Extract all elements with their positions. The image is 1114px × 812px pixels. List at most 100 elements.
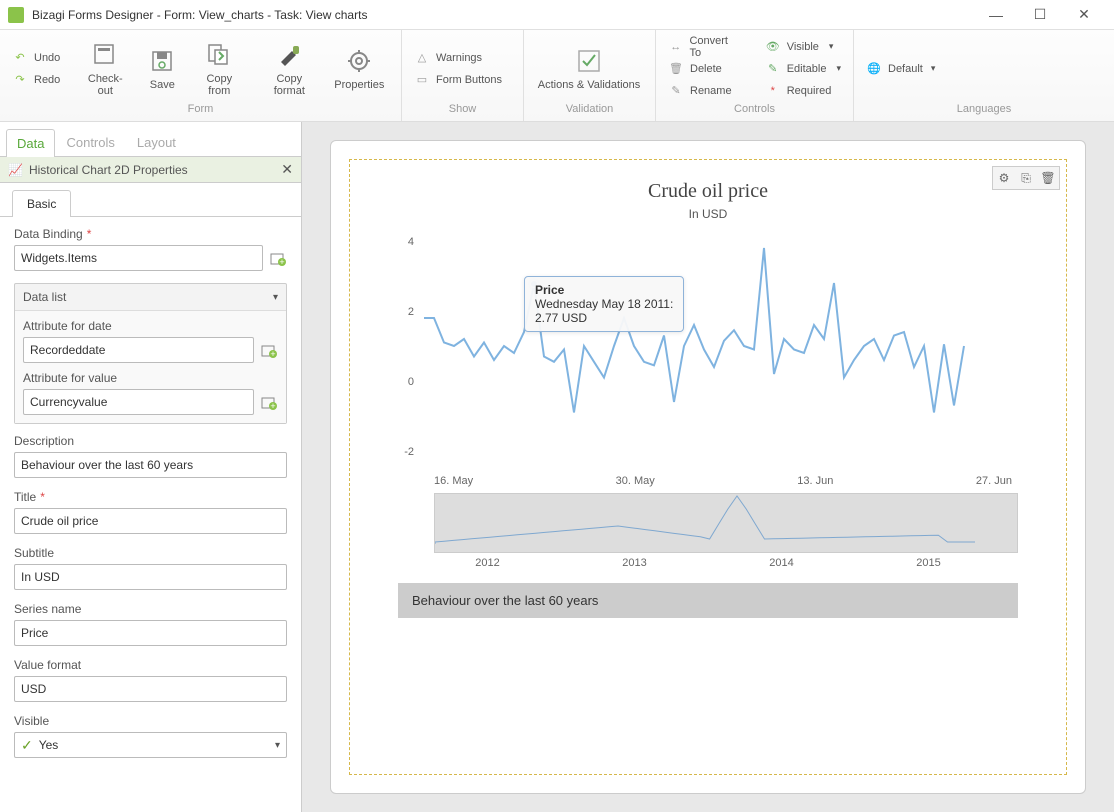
- checkout-button[interactable]: Check-out: [74, 36, 136, 102]
- x-axis-labels: 16. May30. May13. Jun27. Jun: [374, 471, 1042, 487]
- trash-icon: 🗑: [668, 61, 684, 77]
- attrdate-picker-button[interactable]: +: [260, 341, 278, 359]
- ribbon-group-form: Form: [0, 103, 401, 121]
- ribbon-group-languages: Languages: [854, 103, 1114, 121]
- required-dropdown[interactable]: * Required: [759, 81, 847, 101]
- undo-button[interactable]: ↶ Undo: [6, 48, 66, 68]
- rename-button[interactable]: ✎ Rename: [662, 81, 747, 101]
- tooltip-date: Wednesday May 18 2011:: [535, 297, 673, 311]
- close-button[interactable]: ✕: [1062, 0, 1106, 30]
- visible-dropdown[interactable]: 👁 Visible ▾: [759, 37, 847, 57]
- tab-layout[interactable]: Layout: [126, 128, 187, 156]
- window-title: Bizagi Forms Designer - Form: View_chart…: [32, 8, 974, 22]
- chart-widget[interactable]: ⚙ ⎘ 🗑 Crude oil price In USD -2024 Price…: [349, 159, 1067, 775]
- tooltip-series: Price: [535, 283, 673, 297]
- copy-format-button[interactable]: Copy format: [254, 36, 324, 102]
- widget-duplicate-button[interactable]: ⎘: [1017, 169, 1035, 187]
- language-label: Default: [888, 63, 923, 75]
- tooltip-value: 2.77 USD: [535, 311, 587, 325]
- convert-label: Convert To: [689, 35, 740, 59]
- copy-format-label: Copy format: [260, 73, 318, 97]
- attrvalue-picker-button[interactable]: +: [260, 393, 278, 411]
- description-label: Description: [14, 434, 74, 448]
- svg-text:+: +: [279, 257, 284, 266]
- maximize-button[interactable]: ☐: [1018, 0, 1062, 30]
- actions-validations-button[interactable]: Actions & Validations: [530, 36, 648, 102]
- svg-text:-2: -2: [404, 446, 414, 458]
- undo-label: Undo: [34, 52, 60, 64]
- svg-text:+: +: [270, 401, 275, 410]
- attrvalue-input[interactable]: Currencyvalue: [23, 389, 254, 415]
- chart-subtitle: In USD: [374, 207, 1042, 221]
- brush-icon: [275, 41, 303, 69]
- attrvalue-label: Attribute for value: [23, 371, 117, 385]
- redo-label: Redo: [34, 74, 60, 86]
- save-button[interactable]: Save: [140, 36, 184, 102]
- warning-icon: △: [414, 50, 430, 66]
- convert-to-button[interactable]: ↔ Convert To: [662, 37, 747, 57]
- title-label: Title: [14, 490, 36, 504]
- widget-delete-button[interactable]: 🗑: [1039, 169, 1057, 187]
- language-dropdown[interactable]: 🌐 Default ▾: [860, 59, 941, 79]
- delete-label: Delete: [690, 63, 722, 75]
- warnings-label: Warnings: [436, 52, 482, 64]
- minimize-button[interactable]: —: [974, 0, 1018, 30]
- seriesname-input[interactable]: Price: [14, 620, 287, 646]
- rename-label: Rename: [690, 85, 732, 97]
- close-properties-button[interactable]: ✕: [281, 161, 293, 178]
- save-label: Save: [150, 79, 175, 91]
- form-buttons-button[interactable]: ▭ Form Buttons: [408, 70, 508, 90]
- convert-icon: ↔: [668, 39, 683, 55]
- visible-prop-label: Visible: [14, 714, 49, 728]
- tab-controls[interactable]: Controls: [55, 128, 125, 156]
- attrdate-input[interactable]: Recordeddate: [23, 337, 254, 363]
- title-bar: Bizagi Forms Designer - Form: View_chart…: [0, 0, 1114, 30]
- svg-text:+: +: [270, 349, 275, 358]
- copy-from-button[interactable]: Copy from: [188, 36, 250, 102]
- properties-label: Properties: [334, 79, 384, 91]
- svg-text:2: 2: [408, 306, 414, 318]
- required-label: Required: [787, 85, 832, 97]
- subtitle-input[interactable]: In USD: [14, 564, 287, 590]
- chart-plot: -2 0 2 4: [374, 221, 974, 471]
- subtitle-label: Subtitle: [14, 546, 54, 560]
- widget-settings-button[interactable]: ⚙: [995, 169, 1013, 187]
- delete-button[interactable]: 🗑 Delete: [662, 59, 747, 79]
- properties-button[interactable]: Properties: [328, 36, 390, 102]
- gear-icon: [345, 47, 373, 75]
- design-canvas: ⚙ ⎘ 🗑 Crude oil price In USD -2024 Price…: [302, 122, 1114, 812]
- eye-icon: 👁: [765, 39, 781, 55]
- checkout-label: Check-out: [80, 73, 130, 97]
- undo-icon: ↶: [12, 50, 28, 66]
- seriesname-label: Series name: [14, 602, 81, 616]
- navigator-labels: 2012201320142015: [374, 557, 1042, 569]
- redo-button[interactable]: ↷ Redo: [6, 70, 66, 90]
- svg-text:4: 4: [408, 236, 414, 248]
- svg-text:0: 0: [408, 376, 414, 388]
- visible-select[interactable]: ✓Yes ▾: [14, 732, 287, 758]
- ribbon-group-show: Show: [402, 103, 523, 121]
- editable-dropdown[interactable]: ✎ Editable ▾: [759, 59, 847, 79]
- description-input[interactable]: Behaviour over the last 60 years: [14, 452, 287, 478]
- chart-tooltip: Price Wednesday May 18 2011: 2.77 USD: [524, 276, 684, 332]
- title-input[interactable]: Crude oil price: [14, 508, 287, 534]
- redo-icon: ↷: [12, 72, 28, 88]
- tab-data[interactable]: Data: [6, 129, 55, 157]
- form-buttons-icon: ▭: [414, 72, 430, 88]
- datalist-label: Data list: [23, 290, 66, 304]
- properties-header: Historical Chart 2D Properties: [29, 163, 281, 177]
- chart-navigator[interactable]: [434, 493, 1018, 553]
- databinding-label: Data Binding: [14, 227, 83, 241]
- properties-panel: Data Controls Layout 📈 Historical Chart …: [0, 122, 302, 812]
- databinding-picker-button[interactable]: +: [269, 249, 287, 267]
- valueformat-input[interactable]: USD: [14, 676, 287, 702]
- databinding-input[interactable]: Widgets.Items: [14, 245, 263, 271]
- subtab-basic[interactable]: Basic: [12, 190, 71, 217]
- editable-label: Editable: [787, 63, 827, 75]
- datalist-collapse[interactable]: Data list ▾: [15, 284, 286, 310]
- form-card: ⚙ ⎘ 🗑 Crude oil price In USD -2024 Price…: [330, 140, 1086, 794]
- check-icon: [575, 47, 603, 75]
- warnings-button[interactable]: △ Warnings: [408, 48, 508, 68]
- save-icon: [148, 47, 176, 75]
- valueformat-label: Value format: [14, 658, 81, 672]
